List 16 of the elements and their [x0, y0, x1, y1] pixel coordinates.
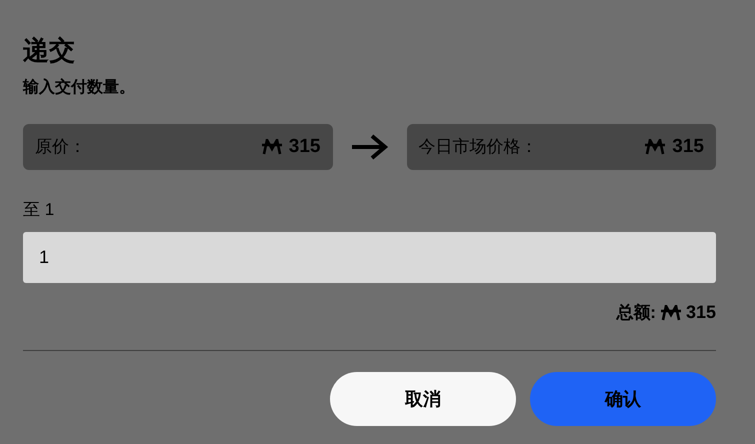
quantity-input[interactable]: 1 — [23, 232, 716, 283]
currency-icon — [260, 139, 283, 155]
currency-icon — [644, 139, 666, 155]
dialog-title: 递交 — [23, 34, 76, 67]
total-amount: 315 — [686, 301, 716, 324]
total-label: 总额: — [616, 302, 656, 324]
quantity-label: 至 1 — [23, 199, 56, 221]
dialog-subtitle: 输入交付数量。 — [23, 77, 136, 98]
confirm-button[interactable]: 确认 — [530, 372, 716, 426]
price-label: 原价： — [35, 136, 87, 158]
currency-icon — [660, 304, 682, 320]
price-amount: 315 — [288, 134, 320, 159]
cancel-button[interactable]: 取消 — [330, 372, 516, 426]
arrow-right-icon — [350, 133, 390, 161]
price-amount: 315 — [672, 134, 704, 159]
price-label: 今日市场价格： — [418, 136, 538, 158]
